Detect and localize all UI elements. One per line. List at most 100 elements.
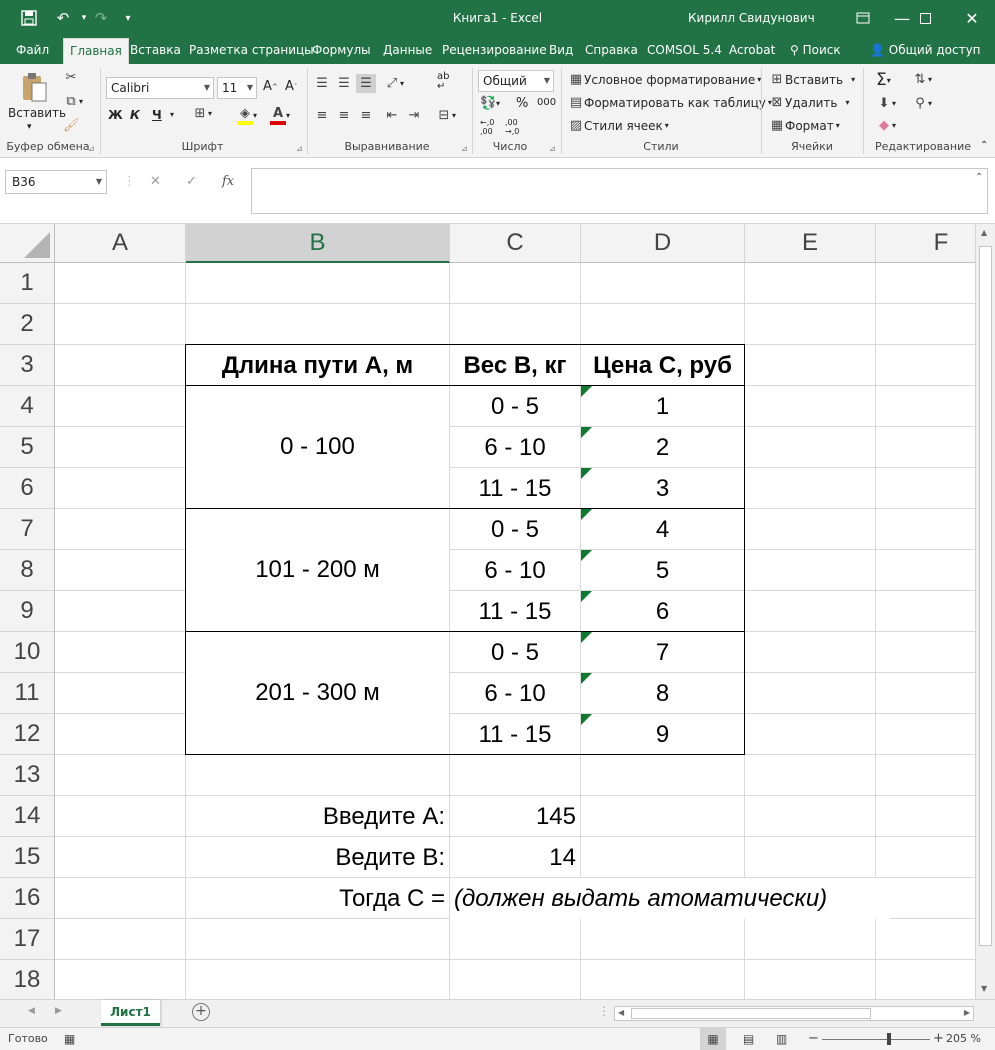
- fill-icon[interactable]: ⬇ ▾: [876, 96, 896, 111]
- error-indicator-icon[interactable]: [581, 632, 592, 643]
- close-icon[interactable]: ✕: [949, 0, 995, 36]
- tab-insert[interactable]: Вставка: [130, 36, 181, 64]
- sort-filter-icon[interactable]: ⇅ ▾: [912, 72, 932, 87]
- row-header[interactable]: 7: [0, 509, 55, 550]
- weight-cell[interactable]: 0 - 5: [450, 632, 580, 673]
- underline-dropdown-icon[interactable]: ▾: [170, 110, 174, 119]
- font-color-icon[interactable]: A ▾: [270, 106, 290, 125]
- column-header-a[interactable]: A: [55, 224, 186, 263]
- customize-icon[interactable]: ▾: [120, 0, 136, 36]
- tab-review[interactable]: Рецензирование: [442, 36, 547, 64]
- increase-indent-icon[interactable]: ⇥: [406, 108, 422, 123]
- scroll-right-icon[interactable]: ▶: [964, 1008, 970, 1017]
- weight-cell[interactable]: 6 - 10: [450, 550, 580, 591]
- number-launcher-icon[interactable]: ⊿: [549, 144, 556, 153]
- align-right-icon[interactable]: ≡: [358, 108, 374, 123]
- normal-view-icon[interactable]: ▦: [700, 1028, 726, 1050]
- row-header[interactable]: 10: [0, 632, 55, 673]
- tab-search[interactable]: ⚲ Поиск: [790, 36, 841, 64]
- weight-cell[interactable]: 11 - 15: [450, 714, 580, 755]
- percent-button[interactable]: %: [516, 96, 528, 111]
- row-header[interactable]: 17: [0, 919, 55, 960]
- weight-cell[interactable]: 6 - 10: [450, 427, 580, 468]
- zoom-level[interactable]: 205 %: [946, 1028, 981, 1050]
- copy-icon[interactable]: ⧉ ▾: [63, 94, 83, 109]
- decrease-decimal-icon[interactable]: ,00 →,0: [505, 118, 519, 136]
- error-indicator-icon[interactable]: [581, 509, 592, 520]
- next-sheet-icon[interactable]: ▶: [55, 1006, 62, 1016]
- format-painter-icon[interactable]: 🖌: [63, 118, 80, 133]
- find-select-icon[interactable]: ⚲ ▾: [912, 96, 932, 111]
- autosum-icon[interactable]: Σ ▾: [876, 70, 891, 90]
- align-middle-icon[interactable]: ☰: [336, 76, 352, 91]
- add-sheet-icon[interactable]: +: [192, 1003, 210, 1021]
- error-indicator-icon[interactable]: [581, 714, 592, 725]
- save-icon[interactable]: [14, 0, 44, 36]
- bold-button[interactable]: Ж: [108, 108, 123, 122]
- macro-record-icon[interactable]: ▦: [64, 1028, 75, 1050]
- row-header[interactable]: 11: [0, 673, 55, 714]
- zoom-slider-track[interactable]: [822, 1039, 930, 1040]
- row-header[interactable]: 14: [0, 796, 55, 837]
- price-cell[interactable]: 1: [581, 386, 744, 427]
- tab-view[interactable]: Вид: [549, 36, 573, 64]
- align-bottom-icon[interactable]: ☰: [356, 74, 376, 93]
- price-cell[interactable]: 5: [581, 550, 744, 591]
- font-size-select[interactable]: 11 ▼: [217, 77, 257, 99]
- row-header[interactable]: 3: [0, 345, 55, 386]
- underline-button[interactable]: Ч: [152, 108, 162, 122]
- align-center-icon[interactable]: ≡: [336, 108, 352, 123]
- conditional-formatting-button[interactable]: ▦ Условное форматирование ▾: [568, 72, 761, 87]
- distance-range-cell[interactable]: 101 - 200 м: [186, 509, 449, 631]
- row-header[interactable]: 1: [0, 263, 55, 304]
- number-format-select[interactable]: Общий ▼: [478, 70, 554, 92]
- paste-icon[interactable]: [18, 70, 50, 106]
- shrink-font-icon[interactable]: Aˇ: [285, 79, 297, 94]
- format-cells-button[interactable]: ▦ Формат ▾: [769, 118, 840, 133]
- decrease-indent-icon[interactable]: ⇤: [384, 108, 400, 123]
- sheet-tab[interactable]: Лист1: [101, 1000, 160, 1026]
- row-header[interactable]: 5: [0, 427, 55, 468]
- result-c-label[interactable]: Тогда С =: [186, 878, 450, 919]
- input-b-label[interactable]: Ведите В:: [186, 837, 450, 878]
- vertical-scrollbar[interactable]: ▲ ▼: [975, 224, 995, 999]
- weight-cell[interactable]: 0 - 5: [450, 509, 580, 550]
- name-box[interactable]: B36 ▼: [5, 170, 107, 194]
- insert-cells-button[interactable]: ⊞ Вставить ▾: [769, 72, 856, 87]
- undo-icon[interactable]: ↶: [48, 0, 78, 36]
- column-header-c[interactable]: C: [450, 224, 581, 263]
- scroll-up-icon[interactable]: ▲: [981, 228, 987, 237]
- horizontal-scroll-thumb[interactable]: [631, 1008, 871, 1019]
- weight-cell[interactable]: 11 - 15: [450, 468, 580, 509]
- cut-icon[interactable]: ✂: [63, 70, 79, 85]
- tab-acrobat[interactable]: Acrobat: [729, 36, 775, 64]
- input-a-label[interactable]: Введите А:: [186, 796, 450, 837]
- row-header[interactable]: 13: [0, 755, 55, 796]
- price-cell[interactable]: 3: [581, 468, 744, 509]
- page-layout-view-icon[interactable]: ▤: [743, 1028, 754, 1050]
- price-cell[interactable]: 2: [581, 427, 744, 468]
- row-header[interactable]: 18: [0, 960, 55, 999]
- column-header-f[interactable]: F: [876, 224, 975, 263]
- tab-page-layout[interactable]: Разметка страницы: [189, 36, 314, 64]
- table-header-distance[interactable]: Длина пути А, м: [186, 345, 449, 386]
- insert-function-button[interactable]: fx: [222, 170, 234, 194]
- row-header[interactable]: 15: [0, 837, 55, 878]
- horizontal-scrollbar[interactable]: ◀ ▶: [614, 1006, 974, 1021]
- increase-decimal-icon[interactable]: ←,0,00: [480, 118, 494, 136]
- row-header[interactable]: 6: [0, 468, 55, 509]
- redo-icon[interactable]: ↷: [88, 0, 114, 36]
- tab-share[interactable]: 👤 Общий доступ: [870, 36, 981, 64]
- font-launcher-icon[interactable]: ⊿: [296, 144, 303, 153]
- error-indicator-icon[interactable]: [581, 386, 592, 397]
- column-header-d[interactable]: D: [581, 224, 745, 263]
- paste-button[interactable]: Вставить: [8, 106, 66, 120]
- price-cell[interactable]: 9: [581, 714, 744, 755]
- row-header[interactable]: 4: [0, 386, 55, 427]
- clear-icon[interactable]: ◆ ▾: [876, 118, 896, 133]
- tab-data[interactable]: Данные: [383, 36, 432, 64]
- cancel-icon[interactable]: ✕: [150, 170, 161, 194]
- clipboard-launcher-icon[interactable]: ⊿: [88, 144, 95, 153]
- price-cell[interactable]: 6: [581, 591, 744, 632]
- user-name[interactable]: Кирилл Свидунович: [688, 0, 815, 36]
